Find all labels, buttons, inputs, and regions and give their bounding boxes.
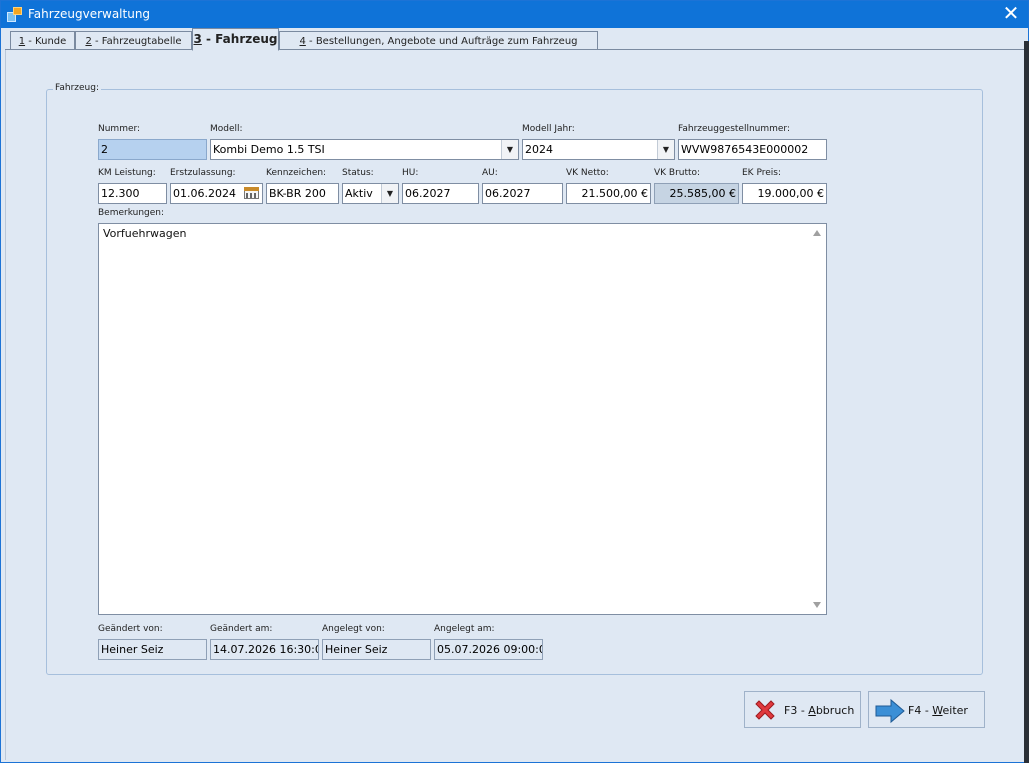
weiter-button[interactable]: F4 - Weiter <box>868 691 985 728</box>
status-dropdown[interactable]: Aktiv ▼ <box>342 183 399 204</box>
km-label: KM Leistung: <box>98 168 156 178</box>
kennzeichen-label: Kennzeichen: <box>266 168 327 178</box>
app-icon <box>7 6 23 22</box>
nummer-label: Nummer: <box>98 124 141 134</box>
tab-fahrzeugtabelle-label: - Fahrzeugtabelle <box>91 36 182 47</box>
modell-jahr-label: Modell Jahr: <box>522 124 575 134</box>
geaendert-am-field: 14.07.2026 16:30:0 <box>210 639 319 660</box>
window-title: Fahrzeugverwaltung <box>28 7 151 21</box>
tab-fahrzeug[interactable]: 3 - Fahrzeug <box>192 28 279 51</box>
tab-bestellungen-label: - Bestellungen, Angebote und Aufträge zu… <box>305 36 578 47</box>
erstzulassung-field[interactable]: 01.06.2024 <box>170 183 263 204</box>
geaendert-von-field: Heiner Seiz <box>98 639 207 660</box>
vk-brutto-label: VK Brutto: <box>654 168 701 178</box>
tab-kunde-label: - Kunde <box>25 36 67 47</box>
tab-fahrzeug-key: 3 <box>193 32 202 46</box>
angelegt-von-label: Angelegt von: <box>322 624 385 634</box>
kennzeichen-field[interactable]: BK-BR 200 <box>266 183 339 204</box>
vk-netto-label: VK Netto: <box>566 168 609 178</box>
ek-preis-field[interactable]: 19.000,00 € <box>742 183 827 204</box>
bemerkungen-scrollbar[interactable] <box>809 224 826 614</box>
tab-fahrzeug-label: - Fahrzeug <box>201 32 278 46</box>
status-value: Aktiv <box>345 187 373 200</box>
vk-netto-field[interactable]: 21.500,00 € <box>566 183 651 204</box>
abbruch-rest: bbruch <box>815 704 855 717</box>
geaendert-von-label: Geändert von: <box>98 624 163 634</box>
tab-fahrzeugtabelle[interactable]: 2 - Fahrzeugtabelle <box>75 31 192 50</box>
modell-jahr-dropdown-arrow-icon[interactable]: ▼ <box>657 140 674 159</box>
groupbox-title: Fahrzeug: <box>53 83 101 93</box>
angelegt-am-field: 05.07.2026 09:00:0 <box>434 639 543 660</box>
app-window: Fahrzeugverwaltung ✕ 1 - Kunde 2 - Fahrz… <box>0 0 1029 763</box>
status-label: Status: <box>342 168 374 178</box>
close-button[interactable]: ✕ <box>1000 3 1022 25</box>
hu-label: HU: <box>402 168 419 178</box>
abbruch-button[interactable]: F3 - Abbruch <box>744 691 861 728</box>
au-field[interactable]: 06.2027 <box>482 183 563 204</box>
weiter-label: F4 - Weiter <box>908 704 968 717</box>
fahrgestell-label: Fahrzeuggestellnummer: <box>678 124 791 134</box>
window-right-edge <box>1024 41 1029 763</box>
km-field[interactable]: 12.300 <box>98 183 167 204</box>
blue-arrow-right-icon <box>875 698 905 724</box>
title-bar[interactable]: Fahrzeugverwaltung ✕ <box>1 1 1028 28</box>
fahrgestell-field[interactable]: WVW9876543E000002 <box>678 139 827 160</box>
modell-jahr-value: 2024 <box>525 143 553 156</box>
scroll-up-icon[interactable] <box>813 230 821 236</box>
erstzulassung-label: Erstzulassung: <box>170 168 236 178</box>
bemerkungen-label: Bemerkungen: <box>98 208 165 218</box>
angelegt-am-label: Angelegt am: <box>434 624 495 634</box>
abbruch-hotkey: A <box>808 704 816 717</box>
red-x-icon <box>755 700 775 720</box>
vk-brutto-field: 25.585,00 € <box>654 183 739 204</box>
calendar-icon[interactable] <box>243 185 260 202</box>
abbruch-prefix: F3 - <box>784 704 809 717</box>
hu-field[interactable]: 06.2027 <box>402 183 479 204</box>
abbruch-label: F3 - Abbruch <box>784 704 854 717</box>
bemerkungen-textarea[interactable]: Vorfuehrwagen <box>98 223 827 615</box>
status-dropdown-arrow-icon[interactable]: ▼ <box>381 184 398 203</box>
modell-value: Kombi Demo 1.5 TSI <box>213 143 325 156</box>
geaendert-am-label: Geändert am: <box>210 624 273 634</box>
angelegt-von-field: Heiner Seiz <box>322 639 431 660</box>
scroll-down-icon[interactable] <box>813 602 821 608</box>
nummer-field[interactable]: 2 <box>98 139 207 160</box>
ek-preis-label: EK Preis: <box>742 168 781 178</box>
tab-bar: 1 - Kunde 2 - Fahrzeugtabelle 3 - Fahrze… <box>5 28 1025 51</box>
erstzulassung-value: 01.06.2024 <box>173 187 236 200</box>
modell-dropdown-arrow-icon[interactable]: ▼ <box>501 140 518 159</box>
weiter-hotkey: W <box>932 704 943 717</box>
tab-bestellungen[interactable]: 4 - Bestellungen, Angebote und Aufträge … <box>279 31 598 50</box>
modell-dropdown[interactable]: Kombi Demo 1.5 TSI ▼ <box>210 139 519 160</box>
au-label: AU: <box>482 168 498 178</box>
modell-jahr-dropdown[interactable]: 2024 ▼ <box>522 139 675 160</box>
modell-label: Modell: <box>210 124 243 134</box>
weiter-prefix: F4 - <box>908 704 933 717</box>
weiter-rest: eiter <box>942 704 968 717</box>
tab-kunde[interactable]: 1 - Kunde <box>10 31 75 50</box>
bemerkungen-value: Vorfuehrwagen <box>103 227 187 240</box>
